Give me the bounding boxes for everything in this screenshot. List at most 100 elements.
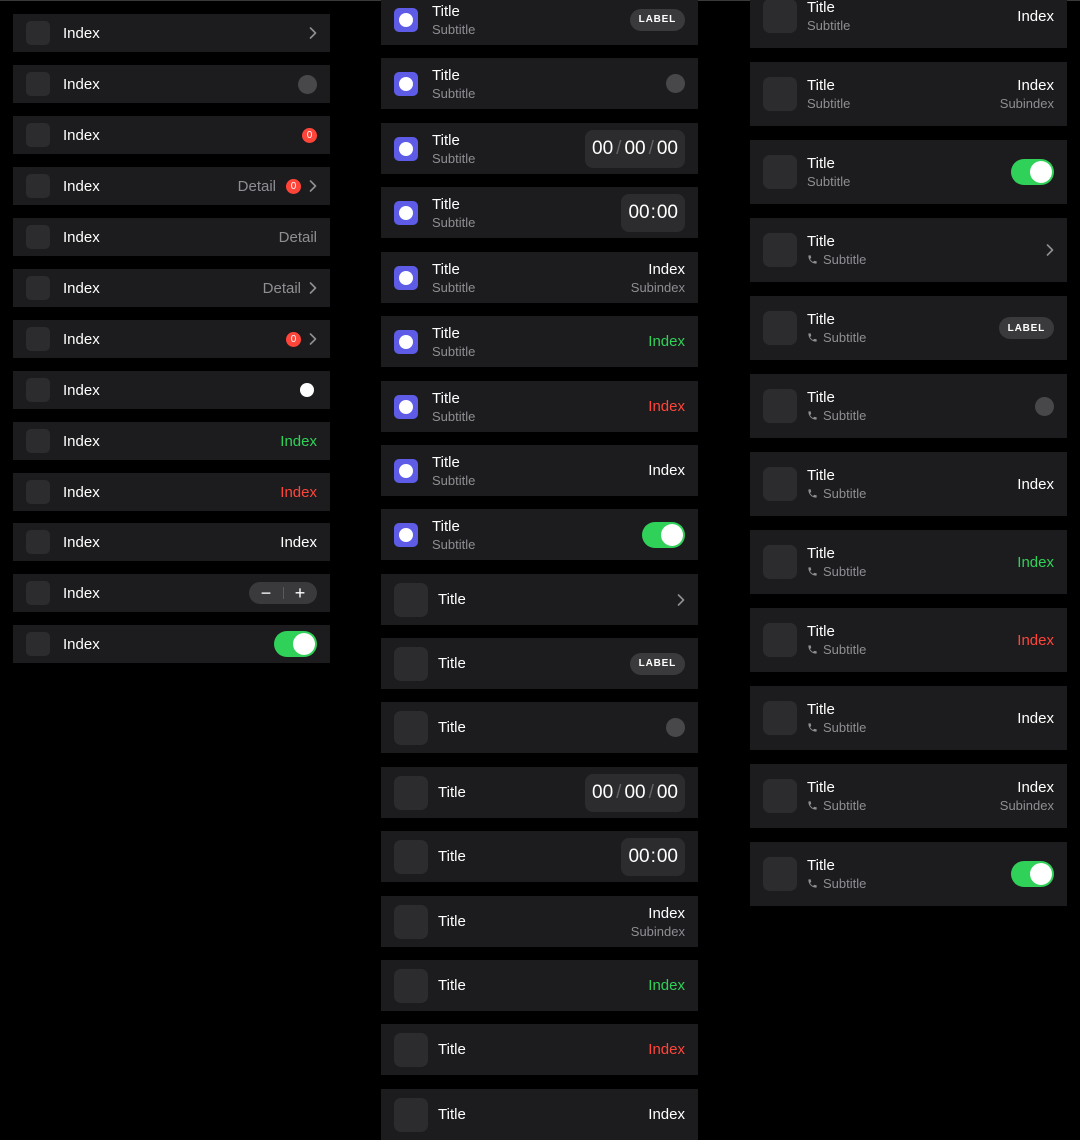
- negative-value: Index: [648, 398, 685, 415]
- time-picker-hms[interactable]: 00/00/00: [585, 773, 685, 812]
- chevron-right-icon: [309, 333, 317, 345]
- list-item-badge[interactable]: Index 0: [13, 116, 330, 154]
- leading-placeholder: [763, 155, 797, 189]
- leading-placeholder: [763, 623, 797, 657]
- list-item-time-hms[interactable]: Title 00/00/00: [381, 767, 698, 818]
- item-subtitle: Subtitle: [432, 150, 476, 166]
- list-item-value[interactable]: Title Subtitle Index: [750, 686, 1067, 750]
- hours: 00: [592, 137, 614, 159]
- item-title: Title: [807, 623, 835, 640]
- app-icon: [394, 7, 418, 32]
- app-icon: [394, 522, 418, 547]
- time-picker-hm[interactable]: 00:00: [621, 193, 685, 232]
- item-label: Index: [63, 635, 100, 653]
- leading-placeholder: [394, 1032, 428, 1067]
- time-picker-hms[interactable]: 00/00/00: [585, 129, 685, 168]
- list-item-time-hm[interactable]: Title 00:00: [381, 831, 698, 882]
- list-item-chevron[interactable]: Title: [381, 574, 698, 625]
- list-item-dot[interactable]: Title Subtitle: [750, 374, 1067, 438]
- app-icon: [394, 265, 418, 290]
- list-item-detail[interactable]: Index Detail: [13, 218, 330, 256]
- list-item-red-value[interactable]: Title Index: [381, 1024, 698, 1075]
- list-item-detail-chevron[interactable]: Index Detail: [13, 269, 330, 307]
- toggle-switch[interactable]: [274, 631, 317, 657]
- toggle-switch[interactable]: [642, 521, 685, 548]
- list-item-detail-badge-chevron[interactable]: Index Detail 0: [13, 167, 330, 205]
- positive-value: Index: [648, 977, 685, 994]
- time-picker-hm[interactable]: 00:00: [621, 837, 685, 876]
- chevron-right-icon: [309, 180, 317, 192]
- leading-placeholder: [394, 646, 428, 681]
- list-item-radio[interactable]: Index: [13, 371, 330, 409]
- list-item-value[interactable]: Title Subtitle Index: [381, 445, 698, 496]
- status-dot: [666, 718, 685, 737]
- list-item-dual-value[interactable]: Title Subtitle Index Subindex: [750, 62, 1067, 126]
- list-item-dual-value[interactable]: Title Subtitle Index Subindex: [750, 764, 1067, 828]
- item-title: Title: [432, 2, 460, 20]
- subvalue-text: Subindex: [999, 96, 1054, 111]
- list-item-red-value[interactable]: Title Subtitle Index: [381, 381, 698, 432]
- item-title: Title: [807, 701, 835, 718]
- leading-placeholder: [763, 467, 797, 501]
- item-title: Title: [438, 977, 466, 994]
- list-item-green-value[interactable]: Title Subtitle Index: [750, 530, 1067, 594]
- list-item-pill[interactable]: Title Subtitle LABEL: [750, 296, 1067, 360]
- phone-icon: [808, 333, 817, 342]
- decrement-button[interactable]: −: [249, 582, 283, 604]
- separator: /: [616, 137, 622, 159]
- list-item-red-value[interactable]: Index Index: [13, 473, 330, 511]
- list-item-badge-chevron[interactable]: Index 0: [13, 320, 330, 358]
- phone-icon: [808, 255, 817, 264]
- list-item-dot[interactable]: Index: [13, 65, 330, 103]
- list-item-dot[interactable]: Title: [381, 702, 698, 753]
- label-pill[interactable]: LABEL: [629, 8, 685, 31]
- leading-placeholder: [394, 710, 428, 745]
- selected-dot[interactable]: [300, 383, 314, 397]
- list-item-value[interactable]: Title Subtitle Index: [750, 0, 1067, 48]
- separator: :: [650, 201, 656, 223]
- list-item-red-value[interactable]: Title Subtitle Index: [750, 608, 1067, 672]
- list-item-pill[interactable]: Title LABEL: [381, 638, 698, 689]
- leading-placeholder: [26, 581, 50, 605]
- positive-value: Index: [648, 333, 685, 350]
- detail-text: Detail: [262, 279, 301, 297]
- list-item-value[interactable]: Index Index: [13, 523, 330, 561]
- list-item-dual-value[interactable]: Title Index Subindex: [381, 896, 698, 947]
- list-item-dot[interactable]: Title Subtitle: [381, 58, 698, 109]
- label-pill[interactable]: LABEL: [998, 317, 1054, 339]
- leading-placeholder: [26, 632, 50, 656]
- item-subtitle: Subtitle: [823, 408, 867, 423]
- list-item-value[interactable]: Title Index: [381, 1089, 698, 1140]
- item-title: Title: [438, 913, 466, 930]
- item-title: Title: [438, 719, 466, 736]
- chevron-right-icon: [1046, 244, 1054, 256]
- leading-placeholder: [26, 72, 50, 96]
- list-item-value[interactable]: Title Subtitle Index: [750, 452, 1067, 516]
- item-title: Title: [807, 779, 835, 796]
- toggle-switch[interactable]: [1011, 159, 1054, 185]
- list-item-green-value[interactable]: Title Subtitle Index: [381, 316, 698, 367]
- list-item-time-hm[interactable]: Title Subtitle 00:00: [381, 187, 698, 238]
- toggle-switch[interactable]: [1011, 861, 1054, 887]
- leading-placeholder: [763, 389, 797, 423]
- item-subtitle: Subtitle: [823, 798, 867, 813]
- hours: 00: [628, 201, 650, 223]
- item-subtitle: Subtitle: [823, 642, 867, 657]
- item-subtitle: Subtitle: [432, 472, 476, 488]
- item-title: Title: [432, 131, 460, 149]
- chevron-right-icon: [309, 282, 317, 294]
- leading-placeholder: [763, 779, 797, 813]
- label-pill[interactable]: LABEL: [629, 652, 685, 675]
- list-item-time-hms[interactable]: Title Subtitle 00/00/00: [381, 123, 698, 174]
- value-text: Index: [280, 533, 317, 551]
- list-item-chevron[interactable]: Index: [13, 14, 330, 52]
- subvalue-text: Subindex: [999, 798, 1054, 813]
- increment-button[interactable]: +: [283, 582, 317, 604]
- list-item-green-value[interactable]: Title Index: [381, 960, 698, 1011]
- item-label: Index: [63, 483, 100, 501]
- list-item-chevron[interactable]: Title Subtitle: [750, 218, 1067, 282]
- separator: :: [650, 845, 656, 867]
- list-item-green-value[interactable]: Index Index: [13, 422, 330, 460]
- list-item-dual-value[interactable]: Title Subtitle Index Subindex: [381, 252, 698, 303]
- list-item-pill[interactable]: Title Subtitle LABEL: [381, 0, 698, 45]
